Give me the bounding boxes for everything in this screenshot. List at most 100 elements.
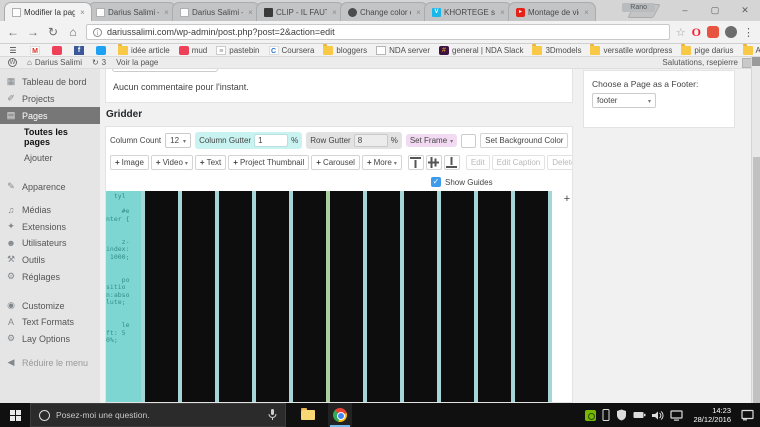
extension-circle-icon[interactable] — [725, 26, 737, 38]
bookmark-item[interactable]: Coursera — [269, 46, 315, 55]
chrome-taskbar-button[interactable] — [328, 403, 352, 427]
grid-column-cell[interactable] — [441, 191, 474, 403]
cortana-search[interactable]: Posez-moi une question. — [30, 403, 286, 427]
taskbar-clock[interactable]: 14:23 28/12/2016 — [689, 406, 735, 424]
bookmark-item[interactable]: pige darius — [681, 45, 733, 55]
grid-column-cell[interactable] — [515, 191, 548, 403]
add-element-button[interactable]: Project Thumbnail — [228, 155, 309, 170]
browser-tab[interactable]: CLIP - IL FAUT VIV — [256, 2, 344, 21]
browser-menu-icon[interactable]: ⋮ — [743, 26, 754, 39]
sidebar-item[interactable]: Apparence — [0, 178, 100, 195]
defender-tray-icon[interactable] — [616, 409, 627, 421]
scroll-up-arrow[interactable] — [752, 57, 760, 66]
sidebar-item[interactable]: Extensions — [0, 218, 100, 235]
browser-tab[interactable]: Montage de vidéo — [508, 2, 596, 21]
add-element-button[interactable]: Carousel — [311, 155, 360, 170]
close-button[interactable]: ✕ — [730, 0, 760, 20]
phone-tray-icon[interactable] — [602, 409, 610, 421]
sidebar-item[interactable]: Outils — [0, 251, 100, 268]
grid-column-cell[interactable] — [145, 191, 178, 403]
valign-top-button[interactable] — [408, 155, 424, 170]
browser-tab[interactable]: Modifier la page - — [4, 2, 92, 21]
sidebar-item[interactable]: Pages — [0, 107, 100, 124]
add-element-button[interactable]: Video — [151, 155, 193, 170]
sidebar-item[interactable]: Projects — [0, 90, 100, 107]
bookmark-item[interactable]: versatile wordpress — [590, 45, 672, 55]
set-background-color-button[interactable]: Set Background Color — [480, 133, 568, 148]
bookmark-item[interactable]: general | NDA Slack — [439, 46, 523, 55]
site-name-menu[interactable]: ⌂ Darius Salimi — [27, 58, 82, 67]
bookmark-item[interactable] — [52, 46, 65, 55]
start-button[interactable] — [0, 403, 30, 427]
browser-tab[interactable]: Change color of S — [340, 2, 428, 21]
home-icon[interactable]: ⌂ — [66, 25, 80, 39]
wp-logo-menu[interactable]: W — [8, 58, 17, 67]
bookmark-item[interactable]: bloggers — [323, 45, 367, 55]
bookmark-item[interactable]: NDA server — [376, 46, 430, 55]
add-element-button[interactable]: More — [362, 155, 402, 170]
tab-close-icon[interactable] — [330, 8, 339, 17]
tab-close-icon[interactable] — [78, 8, 87, 17]
add-element-button[interactable]: Text — [195, 155, 226, 170]
tab-close-icon[interactable] — [582, 8, 591, 17]
valign-middle-button[interactable] — [426, 155, 442, 170]
tab-close-icon[interactable] — [246, 8, 255, 17]
browser-profile-chip[interactable]: Rano — [622, 3, 655, 12]
add-element-button[interactable]: Image — [110, 155, 149, 170]
bookmark-item[interactable]: pastebin — [216, 46, 259, 55]
action-center-icon[interactable] — [741, 409, 754, 421]
bookmark-item[interactable]: mud — [179, 46, 208, 55]
edit-action-button[interactable]: Edit — [466, 155, 490, 170]
grid-column-cell[interactable] — [293, 191, 326, 403]
file-explorer-button[interactable] — [296, 403, 320, 427]
column-count-select[interactable]: 12 — [165, 133, 191, 148]
page-info-icon[interactable]: i — [93, 28, 102, 37]
address-bar[interactable]: i dariussalimi.com/wp-admin/post.php?pos… — [86, 24, 670, 40]
tab-close-icon[interactable] — [498, 8, 507, 17]
bookmark-item[interactable] — [74, 46, 87, 55]
grid-column-cell[interactable] — [367, 191, 400, 403]
maximize-button[interactable]: ▢ — [700, 0, 730, 20]
show-guides-checkbox[interactable] — [431, 177, 441, 187]
tab-close-icon[interactable] — [162, 8, 171, 17]
sidebar-item[interactable]: Utilisateurs — [0, 235, 100, 251]
browser-tab[interactable]: Darius Salimi — H — [88, 2, 176, 21]
sidebar-item[interactable]: Lay Options — [0, 330, 100, 347]
grid-column-cell[interactable] — [256, 191, 289, 403]
greeting-text[interactable]: Salutations, rsepierre — [662, 58, 738, 67]
footer-page-select[interactable]: footer — [592, 93, 656, 108]
browser-tab[interactable]: KHORTEGE sur Vi — [424, 2, 512, 21]
browser-tab[interactable]: Darius Salimi — M — [172, 2, 260, 21]
microphone-icon[interactable] — [268, 409, 277, 421]
sidebar-item[interactable]: Toutes les pages — [0, 124, 100, 150]
set-frame-dropdown[interactable]: Set Frame — [406, 134, 457, 147]
page-scrollbar[interactable] — [751, 57, 760, 403]
edit-action-button[interactable]: Edit Caption — [492, 155, 546, 170]
reload-icon[interactable]: ↻ — [46, 25, 60, 39]
grid-column-cell[interactable] — [330, 191, 363, 403]
nvidia-tray-icon[interactable] — [585, 410, 596, 421]
battery-tray-icon[interactable] — [633, 410, 646, 420]
minimize-button[interactable]: – — [670, 0, 700, 20]
grid-column-cell[interactable] — [182, 191, 215, 403]
view-page-link[interactable]: Voir la page — [116, 58, 158, 67]
grid-code-cell[interactable]: tyl #e nter { z- index: 1000; po sitio n… — [106, 191, 141, 403]
grid-column-cell[interactable] — [478, 191, 511, 403]
bookmark-item[interactable] — [8, 46, 21, 55]
opera-extension-icon[interactable]: O — [692, 25, 701, 40]
sidebar-item[interactable]: Réglages — [0, 268, 100, 285]
sidebar-item[interactable]: Tableau de bord — [0, 73, 100, 90]
sidebar-item[interactable]: Réduire le menu — [0, 354, 100, 371]
scrollbar-thumb[interactable] — [753, 157, 760, 403]
grid-column-cell[interactable] — [404, 191, 437, 403]
add-cell-button[interactable]: + — [559, 192, 573, 207]
edit-action-button[interactable]: Delete — [547, 155, 573, 170]
sidebar-item[interactable]: Médias — [0, 202, 100, 218]
background-color-swatch[interactable] — [461, 134, 476, 148]
forward-icon[interactable]: → — [26, 25, 40, 39]
grid-column-cell[interactable] — [219, 191, 252, 403]
bookmark-item[interactable]: idée article — [118, 45, 170, 55]
bookmark-item[interactable] — [30, 46, 43, 55]
row-gutter-input[interactable] — [354, 134, 388, 147]
sidebar-item[interactable]: Text Formats — [0, 314, 100, 330]
